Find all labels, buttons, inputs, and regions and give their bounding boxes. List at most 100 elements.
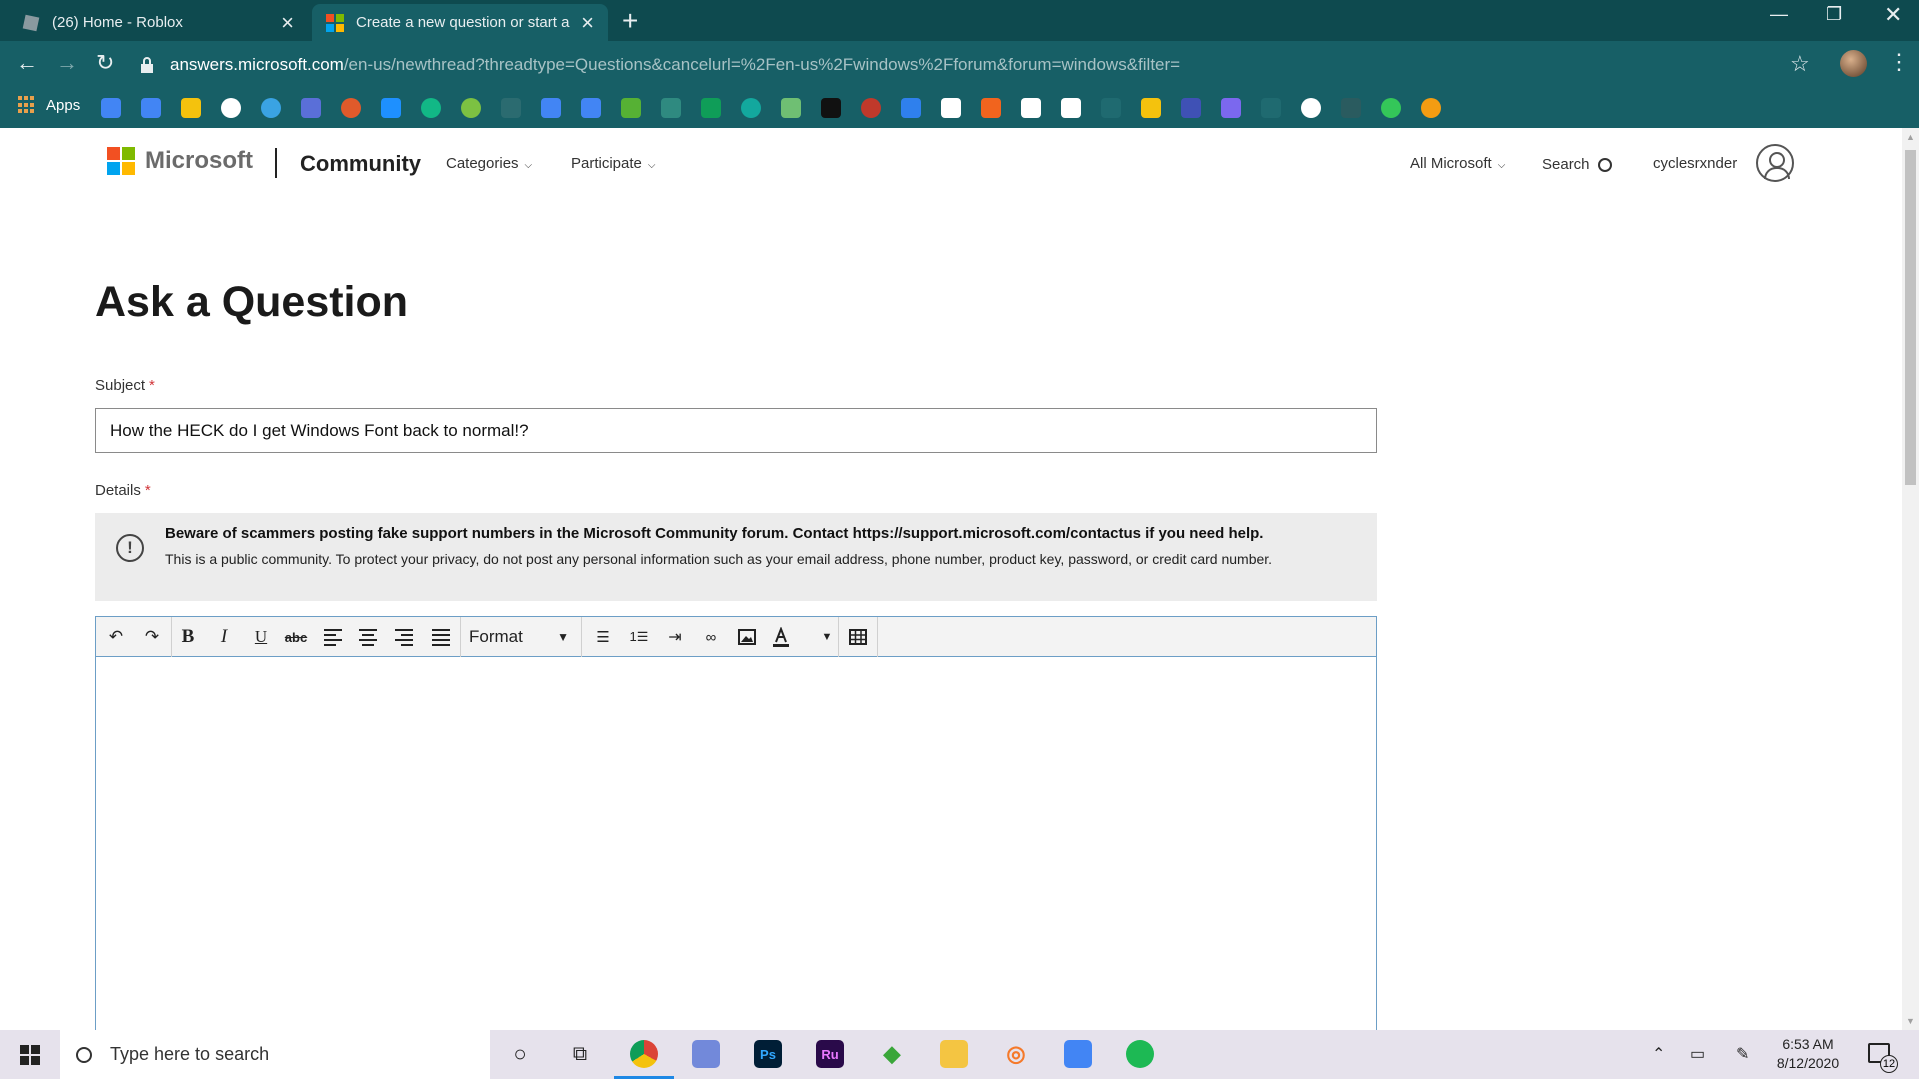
scrollbar-thumb[interactable] [1905, 150, 1916, 485]
new-tab-icon[interactable]: + [622, 6, 638, 36]
align-left-icon[interactable] [318, 622, 348, 652]
scroll-up-icon[interactable]: ▲ [1906, 132, 1915, 142]
close-tab-icon[interactable]: × [281, 11, 294, 34]
editor-body[interactable] [96, 658, 1376, 1030]
blender-taskbar-icon[interactable]: ◎ [1002, 1040, 1030, 1068]
amazon-bookmark-icon[interactable] [1021, 98, 1041, 118]
close-tab-icon[interactable]: × [581, 11, 594, 34]
sims-taskbar-icon[interactable]: ◆ [878, 1040, 906, 1068]
premiere-rush-taskbar-icon[interactable]: Ru [816, 1040, 844, 1068]
amazon-bookmark-icon[interactable] [1061, 98, 1081, 118]
bookmark-icon[interactable] [741, 98, 761, 118]
bookmark-icon[interactable] [1141, 98, 1161, 118]
file-explorer-taskbar-icon[interactable] [940, 1040, 968, 1068]
back-icon[interactable]: ← [16, 50, 38, 76]
bookmark-icon[interactable] [1421, 98, 1441, 118]
page-scrollbar[interactable]: ▲ ▼ [1902, 128, 1919, 1030]
numbered-list-icon[interactable]: 1☰ [624, 622, 654, 652]
chevron-up-icon[interactable]: ⌃ [1652, 1044, 1665, 1064]
apps-shortcut[interactable]: Apps [18, 96, 80, 114]
bold-button[interactable]: B [173, 622, 203, 652]
spotify-taskbar-icon[interactable] [1126, 1040, 1154, 1068]
bookmark-icon[interactable] [1341, 98, 1361, 118]
username[interactable]: cyclesrxnder [1653, 155, 1737, 172]
bookmark-icon[interactable] [461, 98, 481, 118]
docs-bookmark-icon[interactable] [141, 98, 161, 118]
user-avatar-icon[interactable] [1756, 144, 1794, 182]
docs-bookmark-icon[interactable] [581, 98, 601, 118]
bookmark-icon[interactable] [1101, 98, 1121, 118]
profile-avatar[interactable] [1840, 50, 1867, 77]
bookmark-icon[interactable] [1221, 98, 1241, 118]
cortana-icon[interactable]: ○ [506, 1040, 534, 1068]
bookmark-icon[interactable] [661, 98, 681, 118]
bookmark-icon[interactable] [861, 98, 881, 118]
menu-icon[interactable]: ⋮ [1888, 49, 1910, 75]
nav-categories[interactable]: Categories ⌵ [446, 155, 532, 172]
underline-button[interactable]: U [246, 622, 276, 652]
align-center-icon[interactable] [353, 622, 383, 652]
taskbar-clock[interactable]: 6:53 AM 8/12/2020 [1762, 1035, 1854, 1073]
amazon-bookmark-icon[interactable] [941, 98, 961, 118]
docs-bookmark-icon[interactable] [541, 98, 561, 118]
close-window-icon[interactable]: ✕ [1884, 2, 1902, 28]
bookmark-icon[interactable] [1181, 98, 1201, 118]
site-search[interactable]: Search [1542, 155, 1612, 173]
table-icon[interactable] [843, 622, 873, 652]
align-right-icon[interactable] [389, 622, 419, 652]
bookmark-icon[interactable] [341, 98, 361, 118]
pen-icon[interactable]: ✎ [1736, 1044, 1749, 1064]
download-bookmark-icon[interactable] [381, 98, 401, 118]
microsoft-logo[interactable]: Microsoft [107, 147, 253, 175]
undo-icon[interactable]: ↶ [101, 622, 131, 652]
chrome-taskbar-icon[interactable] [630, 1040, 658, 1068]
app-taskbar-icon[interactable] [1064, 1040, 1092, 1068]
nav-participate[interactable]: Participate ⌵ [571, 155, 655, 172]
battery-icon[interactable]: ▭ [1690, 1044, 1705, 1064]
bookmark-icon[interactable] [421, 98, 441, 118]
notification-center-icon[interactable]: 12 [1868, 1043, 1898, 1073]
bookmark-icon[interactable] [901, 98, 921, 118]
forward-icon[interactable]: → [56, 50, 78, 76]
windows-start-icon[interactable] [20, 1045, 40, 1065]
bookmark-icon[interactable] [1381, 98, 1401, 118]
bookmark-star-icon[interactable]: ☆ [1790, 51, 1810, 77]
subject-input[interactable] [95, 408, 1377, 453]
google-bookmark-icon[interactable] [1301, 98, 1321, 118]
italic-button[interactable]: I [209, 622, 239, 652]
docs-bookmark-icon[interactable] [101, 98, 121, 118]
discord-taskbar-icon[interactable] [692, 1040, 720, 1068]
bookmark-icon[interactable] [301, 98, 321, 118]
px-bookmark-icon[interactable] [621, 98, 641, 118]
nav-all-microsoft[interactable]: All Microsoft ⌵ [1410, 155, 1505, 172]
bookmark-icon[interactable] [701, 98, 721, 118]
reload-icon[interactable]: ↻ [96, 50, 114, 76]
taskbar-search-box[interactable]: Type here to search [60, 1030, 490, 1079]
tsr-bookmark-icon[interactable] [821, 98, 841, 118]
justify-icon[interactable] [426, 622, 456, 652]
task-view-icon[interactable]: ⧉ [566, 1040, 594, 1068]
image-icon[interactable] [732, 622, 762, 652]
restore-icon[interactable]: ❐ [1826, 4, 1842, 25]
address-bar[interactable]: answers.microsoft.com/en-us/newthread?th… [140, 48, 1820, 81]
etsy-bookmark-icon[interactable] [981, 98, 1001, 118]
bookmark-icon[interactable] [1261, 98, 1281, 118]
bullet-list-icon[interactable]: ☰ [588, 622, 618, 652]
indent-icon[interactable]: ⇥ [660, 622, 690, 652]
bookmark-icon[interactable] [181, 98, 201, 118]
bookmark-icon[interactable] [501, 98, 521, 118]
font-color-icon[interactable] [766, 622, 796, 652]
bookmark-icon[interactable] [261, 98, 281, 118]
strikethrough-button[interactable]: abc [281, 622, 311, 652]
globe-bookmark-icon[interactable] [221, 98, 241, 118]
format-dropdown[interactable]: Format ▼ [463, 622, 573, 652]
redo-icon[interactable]: ↷ [137, 622, 167, 652]
minimize-icon[interactable]: — [1770, 4, 1788, 25]
scroll-down-icon[interactable]: ▼ [1906, 1016, 1915, 1026]
photoshop-taskbar-icon[interactable]: Ps [754, 1040, 782, 1068]
bookmark-icon[interactable] [781, 98, 801, 118]
tab-microsoft-community[interactable]: Create a new question or start a c × [312, 4, 608, 41]
tab-roblox[interactable]: (26) Home - Roblox × [8, 4, 308, 41]
link-icon[interactable]: ∞ [696, 622, 726, 652]
community-link[interactable]: Community [300, 151, 421, 177]
